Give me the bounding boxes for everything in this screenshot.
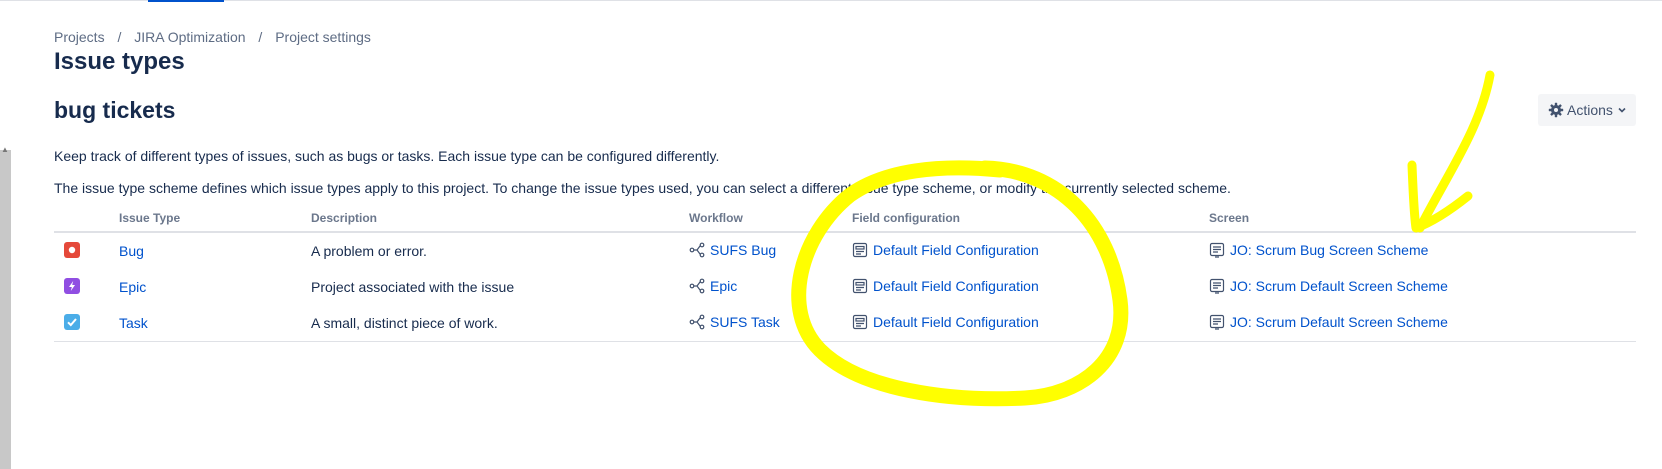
field-configuration-icon [852, 242, 868, 257]
field-configuration-cell: Default Field Configuration [852, 232, 1209, 269]
field-configuration-label: Default Field Configuration [873, 241, 1039, 258]
chevron-down-icon [1618, 107, 1626, 113]
workflow-header: Workflow [689, 205, 852, 233]
issue-types-table-wrapper: Issue Type Description Workflow Field co… [54, 205, 1636, 342]
screen-scheme-link[interactable]: JO: Scrum Default Screen Scheme [1209, 314, 1448, 330]
table-row: Bug A problem or error. SUFS Bug Default… [54, 232, 1636, 269]
issue-type-cell: Bug [119, 232, 311, 269]
field-configuration-icon [852, 314, 868, 329]
screen-cell: JO: Scrum Default Screen Scheme [1209, 269, 1636, 305]
field-configuration-icon [852, 278, 868, 293]
table-header-row: Issue Type Description Workflow Field co… [54, 205, 1636, 233]
breadcrumb-separator: / [117, 29, 122, 45]
active-nav-indicator [148, 0, 224, 2]
workflow-icon [689, 278, 705, 293]
scheme-title: bug tickets [54, 97, 176, 123]
row-icon-cell [54, 232, 119, 269]
workflow-label: SUFS Task [710, 313, 780, 330]
actions-button[interactable]: Actions [1538, 94, 1636, 126]
description-cell: A problem or error. [311, 243, 427, 259]
workflow-cell: SUFS Bug [689, 232, 852, 269]
screen-scheme-icon [1209, 278, 1225, 294]
workflow-link[interactable]: SUFS Bug [689, 242, 776, 258]
issue-types-table: Issue Type Description Workflow Field co… [54, 205, 1636, 342]
breadcrumb-project[interactable]: JIRA Optimization [134, 29, 245, 45]
left-scrollbar[interactable] [0, 150, 11, 469]
screen-scheme-icon [1209, 314, 1225, 330]
epic-icon [64, 277, 80, 294]
workflow-label: SUFS Bug [710, 241, 777, 258]
screen-scheme-link[interactable]: JO: Scrum Default Screen Scheme [1209, 278, 1448, 294]
table-row: Task A small, distinct piece of work. SU… [54, 305, 1636, 342]
issue-type-link-task[interactable]: Task [119, 315, 148, 331]
workflow-icon [689, 314, 705, 329]
screen-cell: JO: Scrum Bug Screen Scheme [1209, 232, 1636, 269]
workflow-label: Epic [710, 277, 738, 294]
field-configuration-link[interactable]: Default Field Configuration [852, 278, 1039, 294]
breadcrumb-projects[interactable]: Projects [54, 29, 105, 45]
issue-type-link-bug[interactable]: Bug [119, 243, 144, 259]
issue-type-link-epic[interactable]: Epic [119, 279, 146, 295]
description-header: Description [311, 205, 689, 233]
row-icon-cell [54, 269, 119, 305]
workflow-icon [689, 242, 705, 257]
field-configuration-link[interactable]: Default Field Configuration [852, 314, 1039, 330]
field-configuration-cell: Default Field Configuration [852, 305, 1209, 342]
icon-column-header [54, 205, 119, 233]
breadcrumb-project-settings[interactable]: Project settings [275, 29, 371, 45]
field-configuration-link[interactable]: Default Field Configuration [852, 242, 1039, 258]
screen-scheme-link[interactable]: JO: Scrum Bug Screen Scheme [1209, 242, 1428, 258]
screen-cell: JO: Scrum Default Screen Scheme [1209, 305, 1636, 342]
scheme-help-text: The issue type scheme defines which issu… [54, 180, 1231, 196]
workflow-link[interactable]: Epic [689, 278, 737, 294]
workflow-link[interactable]: SUFS Task [689, 314, 780, 330]
screen-header: Screen [1209, 205, 1636, 233]
issue-type-header: Issue Type [119, 205, 311, 233]
task-icon [64, 313, 80, 330]
scroll-up-arrow-icon[interactable]: ▲ [1, 146, 9, 154]
actions-label: Actions [1567, 102, 1613, 118]
screen-scheme-icon [1209, 242, 1225, 258]
field-configuration-label: Default Field Configuration [873, 277, 1039, 294]
screen-scheme-label: JO: Scrum Default Screen Scheme [1230, 313, 1448, 330]
breadcrumb-separator: / [258, 29, 263, 45]
screen-scheme-label: JO: Scrum Bug Screen Scheme [1230, 241, 1429, 258]
issue-type-cell: Epic [119, 269, 311, 305]
row-icon-cell [54, 305, 119, 342]
field-configuration-label: Default Field Configuration [873, 313, 1039, 330]
table-row: Epic Project associated with the issue E… [54, 269, 1636, 305]
description-cell: A small, distinct piece of work. [311, 305, 689, 342]
bug-icon [64, 241, 80, 258]
intro-text: Keep track of different types of issues,… [54, 148, 720, 164]
gear-icon [1548, 102, 1564, 118]
issue-type-cell: Task [119, 305, 311, 342]
field-configuration-header: Field configuration [852, 205, 1209, 233]
top-divider [0, 0, 1662, 1]
field-configuration-cell: Default Field Configuration [852, 269, 1209, 305]
description-cell: Project associated with the issue [311, 279, 515, 295]
page-title: Issue types [54, 48, 185, 75]
workflow-cell: Epic [689, 269, 852, 305]
workflow-cell: SUFS Task [689, 305, 852, 342]
screen-scheme-label: JO: Scrum Default Screen Scheme [1230, 277, 1448, 294]
breadcrumb: Projects / JIRA Optimization / Project s… [54, 29, 371, 45]
